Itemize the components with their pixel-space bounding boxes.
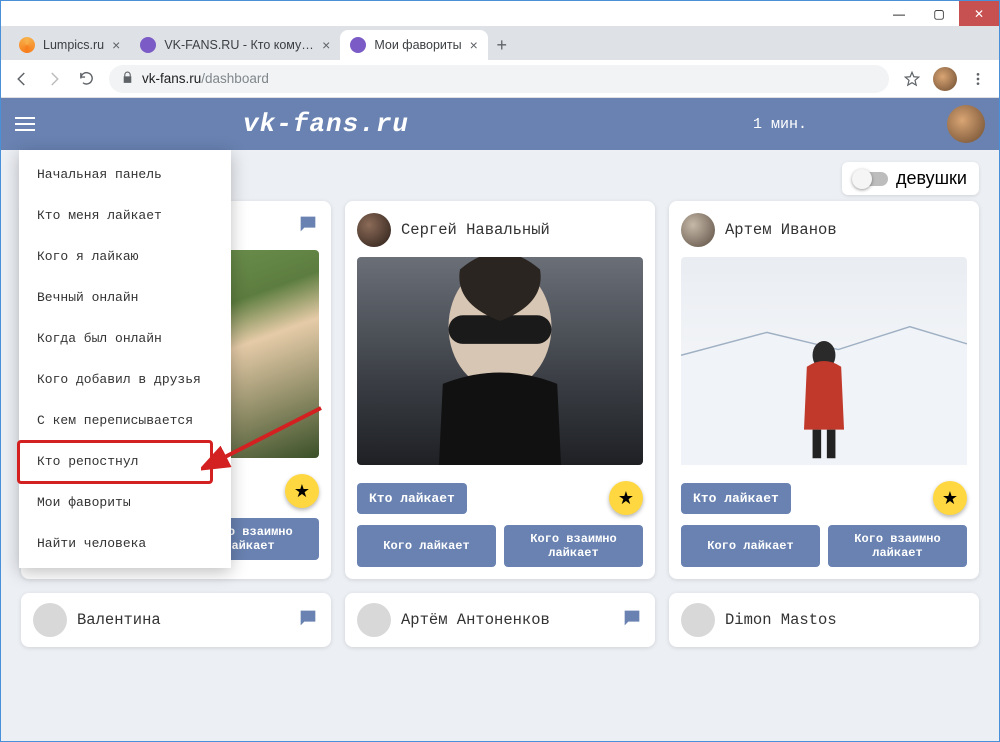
card-name: Артем Иванов (725, 221, 967, 239)
who-likes-button[interactable]: Кто лайкает (357, 483, 467, 514)
address-bar[interactable]: vk-fans.ru/dashboard (109, 65, 889, 93)
card-avatar (681, 603, 715, 637)
tab-close-icon[interactable]: × (322, 37, 330, 53)
card-name: Валентина (77, 611, 287, 629)
window-minimize-button[interactable]: — (879, 1, 919, 26)
card-avatar (681, 213, 715, 247)
filter-label: девушки (896, 168, 967, 189)
tab-favicon-icon (140, 37, 156, 53)
menu-item-who-reposted[interactable]: Кто репостнул (19, 441, 231, 482)
mutual-likes-button[interactable]: Кого взаимно лайкает (504, 525, 643, 567)
profile-card: Артем Иванов Кто лайкает ★ Кого лайкает … (669, 201, 979, 579)
menu-item-who-likes-me[interactable]: Кто меня лайкает (19, 195, 231, 236)
tab-strip: Lumpics.ru × VK-FANS.RU - Кто кому стави… (1, 26, 999, 60)
card-photo (681, 257, 967, 465)
profile-card: Валентина (21, 593, 331, 647)
card-photo (357, 257, 643, 465)
mutual-likes-button[interactable]: Кого взаимно лайкает (828, 525, 967, 567)
window-maximize-button[interactable]: ▢ (919, 1, 959, 26)
new-tab-button[interactable]: + (488, 30, 516, 60)
tab-close-icon[interactable]: × (470, 37, 478, 53)
app-header: vk-fans.ru 1 мин. (1, 98, 999, 150)
card-avatar (33, 603, 67, 637)
arrow-left-icon (13, 70, 31, 88)
tab-close-icon[interactable]: × (112, 37, 120, 53)
forward-button[interactable] (39, 64, 69, 94)
profile-card: Сергей Навальный Кто лайкает ★ Кого лайк… (345, 201, 655, 579)
user-avatar[interactable] (947, 105, 985, 143)
window-titlebar: — ▢ ✕ (0, 0, 1000, 26)
url-path: /dashboard (201, 71, 269, 86)
tab-title: Lumpics.ru (43, 38, 104, 52)
card-name: Сергей Навальный (401, 221, 643, 239)
hamburger-menu-button[interactable] (15, 110, 43, 138)
gender-filter-toggle[interactable]: девушки (842, 162, 979, 195)
sidebar-menu: Начальная панель Кто меня лайкает Кого я… (19, 150, 231, 568)
session-timer: 1 мин. (753, 116, 807, 133)
chat-icon[interactable] (621, 607, 643, 634)
star-icon (903, 70, 921, 88)
who-likes-button[interactable]: Кто лайкает (681, 483, 791, 514)
page-viewport: vk-fans.ru 1 мин. девушки ★ (1, 98, 999, 741)
chat-icon[interactable] (297, 213, 319, 240)
card-header: Сергей Навальный (357, 213, 643, 247)
menu-item-whom-i-like[interactable]: Кого я лайкаю (19, 236, 231, 277)
window-close-button[interactable]: ✕ (959, 1, 999, 26)
menu-item-last-online[interactable]: Когда был онлайн (19, 318, 231, 359)
profile-card: Артём Антоненков (345, 593, 655, 647)
browser-window: Lumpics.ru × VK-FANS.RU - Кто кому стави… (0, 26, 1000, 742)
arrow-right-icon (45, 70, 63, 88)
browser-tab[interactable]: Lumpics.ru × (9, 30, 130, 60)
bookmark-button[interactable] (897, 64, 927, 94)
cards-grid-row2: Валентина Артём Антоненков Dimon Mastos (1, 579, 999, 647)
browser-menu-button[interactable] (963, 64, 993, 94)
menu-item-dashboard[interactable]: Начальная панель (19, 154, 231, 195)
tab-favicon-icon (350, 37, 366, 53)
back-button[interactable] (7, 64, 37, 94)
kebab-icon (970, 71, 986, 87)
browser-tab[interactable]: VK-FANS.RU - Кто кому ставит л × (130, 30, 340, 60)
menu-item-favorites[interactable]: Мои фавориты (19, 482, 231, 523)
browser-toolbar: vk-fans.ru/dashboard (1, 60, 999, 98)
favorite-star-button[interactable]: ★ (933, 481, 967, 515)
browser-tab-active[interactable]: Мои фавориты × (340, 30, 487, 60)
menu-item-find-person[interactable]: Найти человека (19, 523, 231, 564)
toggle-switch[interactable] (854, 172, 888, 186)
card-name: Dimon Mastos (725, 611, 967, 629)
tab-title: VK-FANS.RU - Кто кому ставит л (164, 38, 314, 52)
favorite-star-button[interactable]: ★ (609, 481, 643, 515)
tab-favicon-icon (19, 37, 35, 53)
chat-icon[interactable] (297, 607, 319, 634)
site-logo: vk-fans.ru (243, 109, 409, 139)
who-likes-whom-button[interactable]: Кого лайкает (357, 525, 496, 567)
reload-icon (78, 70, 95, 87)
lock-icon (121, 71, 134, 87)
url-domain: vk-fans.ru (142, 71, 201, 86)
card-avatar (357, 603, 391, 637)
card-avatar (357, 213, 391, 247)
menu-item-chats-with[interactable]: С кем переписывается (19, 400, 231, 441)
menu-item-added-friends[interactable]: Кого добавил в друзья (19, 359, 231, 400)
profile-card: Dimon Mastos (669, 593, 979, 647)
annotation-arrow-icon (201, 398, 331, 488)
card-name: Артём Антоненков (401, 611, 611, 629)
menu-item-eternal-online[interactable]: Вечный онлайн (19, 277, 231, 318)
card-header: Артем Иванов (681, 213, 967, 247)
tab-title: Мои фавориты (374, 38, 461, 52)
reload-button[interactable] (71, 64, 101, 94)
profile-avatar[interactable] (933, 67, 957, 91)
who-likes-whom-button[interactable]: Кого лайкает (681, 525, 820, 567)
